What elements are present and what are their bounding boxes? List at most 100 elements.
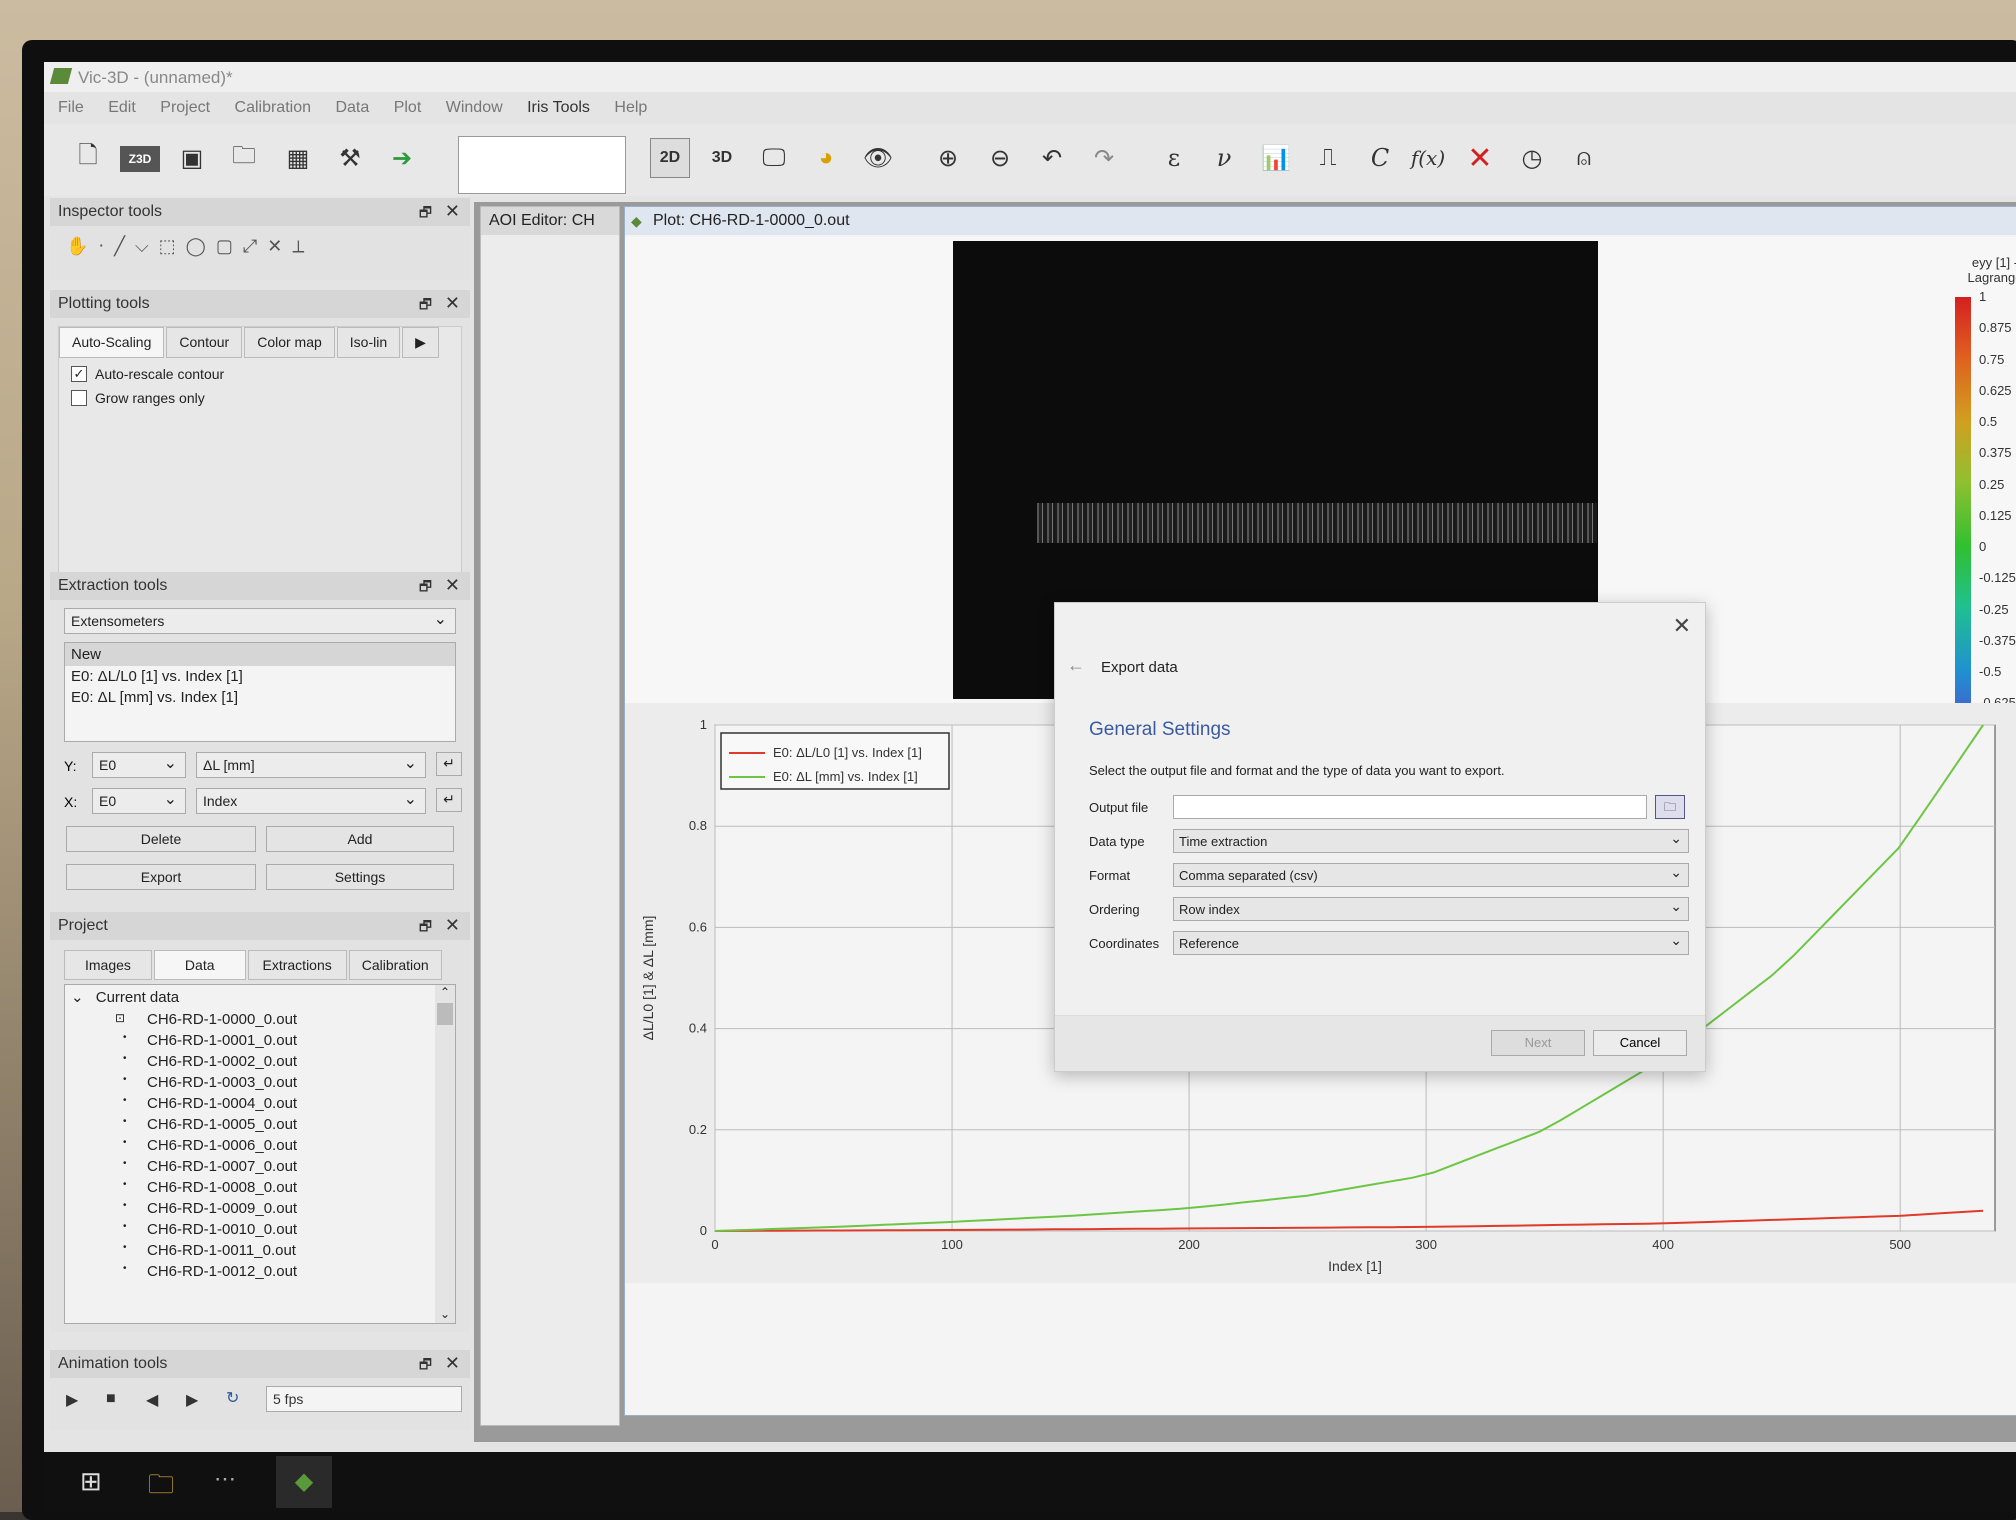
float-icon[interactable]: 🗗 xyxy=(419,916,432,940)
chevron-down-icon[interactable]: ⌄ xyxy=(71,989,84,1006)
delete-x-icon[interactable]: ✕ xyxy=(1460,138,1500,178)
menu-help[interactable]: Help xyxy=(614,99,647,116)
open-z3d-icon[interactable]: Z3D xyxy=(120,146,160,172)
redo-icon[interactable]: ↷ xyxy=(1084,138,1124,178)
y-variable-select[interactable]: ΔL [mm] xyxy=(196,752,426,778)
extensometer-icon[interactable]: ⤢ xyxy=(243,236,257,257)
zoom-in-icon[interactable]: ⊕ xyxy=(928,138,968,178)
undo-icon[interactable]: ↶ xyxy=(1032,138,1072,178)
auto-rescale-checkbox[interactable]: ✓ Auto-rescale contour xyxy=(71,366,449,382)
rect-select-icon[interactable]: ⬚ xyxy=(159,236,176,257)
list-item[interactable]: • CH6-RD-1-0010_0.out xyxy=(65,1219,455,1240)
list-item[interactable]: • CH6-RD-1-0002_0.out xyxy=(65,1051,455,1072)
menu-iris-tools[interactable]: Iris Tools xyxy=(527,99,590,116)
pie-icon[interactable]: ◕ xyxy=(806,138,846,178)
poisson-icon[interactable]: ν xyxy=(1204,138,1244,178)
new-file-icon[interactable]: 🗋 xyxy=(68,138,108,178)
list-item[interactable]: • CH6-RD-1-0006_0.out xyxy=(65,1135,455,1156)
list-item[interactable]: • CH6-RD-1-0005_0.out xyxy=(65,1114,455,1135)
list-item[interactable]: E0: ΔL [mm] vs. Index [1] xyxy=(65,687,455,708)
x-variable-select[interactable]: Index xyxy=(196,788,426,814)
output-file-input[interactable] xyxy=(1173,795,1647,819)
float-icon[interactable]: 🗗 xyxy=(419,576,432,600)
view-3d-button[interactable]: 3D xyxy=(702,138,742,178)
next-button[interactable]: Next xyxy=(1491,1030,1585,1056)
menu-edit[interactable]: Edit xyxy=(108,99,136,116)
play-icon[interactable]: ▶ xyxy=(66,1390,78,1410)
file-explorer-icon[interactable]: 🗀 xyxy=(148,1466,174,1510)
scroll-thumb[interactable] xyxy=(437,1003,453,1025)
pan-hand-icon[interactable]: ✋ xyxy=(66,236,88,257)
extract-icon[interactable]: ⎍ xyxy=(1308,138,1348,178)
view-2d-button[interactable]: 2D xyxy=(650,138,690,178)
tab-iso-lines[interactable]: Iso-lin xyxy=(336,327,401,358)
data-type-select[interactable]: Time extraction xyxy=(1173,829,1689,853)
step-forward-icon[interactable]: ▶ xyxy=(186,1390,198,1410)
pinned-app-icon[interactable]: ⋯ xyxy=(214,1466,236,1492)
grid-icon[interactable]: ▦ xyxy=(278,138,318,178)
x-source-select[interactable]: E0 xyxy=(92,788,186,814)
x-apply-icon[interactable]: ↵ xyxy=(436,788,462,812)
circle-icon[interactable]: ◯ xyxy=(186,236,206,257)
histogram-icon[interactable]: 📊 xyxy=(1256,138,1296,178)
settings-button[interactable]: Settings xyxy=(266,864,454,890)
list-item[interactable]: • CH6-RD-1-0003_0.out xyxy=(65,1072,455,1093)
cancel-button[interactable]: Cancel xyxy=(1593,1030,1687,1056)
list-item[interactable]: • CH6-RD-1-0001_0.out xyxy=(65,1030,455,1051)
zoom-out-icon[interactable]: ⊖ xyxy=(980,138,1020,178)
menu-file[interactable]: File xyxy=(58,99,84,116)
vic3d-taskbar-icon[interactable]: ◆ xyxy=(276,1456,332,1508)
save-icon[interactable]: ▣ xyxy=(172,138,212,178)
float-icon[interactable]: 🗗 xyxy=(419,202,432,226)
browse-folder-icon[interactable]: 🗀 xyxy=(1655,795,1685,819)
list-item[interactable]: ⊡ CH6-RD-1-0000_0.out xyxy=(65,1009,455,1030)
loop-icon[interactable]: ↻ xyxy=(226,1388,239,1408)
list-item[interactable]: • CH6-RD-1-0008_0.out xyxy=(65,1177,455,1198)
c-icon[interactable]: C xyxy=(1360,138,1400,178)
run-icon[interactable]: ➔ xyxy=(382,138,422,178)
tab-images[interactable]: Images xyxy=(64,950,152,980)
close-icon[interactable]: ✕ xyxy=(445,915,460,936)
back-arrow-icon[interactable]: ← xyxy=(1067,655,1085,676)
wand-icon[interactable]: ⚒ xyxy=(330,138,370,178)
close-icon[interactable]: ✕ xyxy=(445,1353,460,1374)
stop-icon[interactable]: ■ xyxy=(106,1390,116,1408)
monitor-icon[interactable]: 🖵 xyxy=(754,138,794,178)
list-item[interactable]: New xyxy=(65,643,455,666)
close-icon[interactable]: ✕ xyxy=(1673,613,1691,639)
list-item[interactable]: • CH6-RD-1-0009_0.out xyxy=(65,1198,455,1219)
step-back-icon[interactable]: ◀ xyxy=(146,1390,158,1410)
polyline-icon[interactable]: ⌵ xyxy=(135,236,149,257)
tree-root[interactable]: ⌄ Current data xyxy=(65,985,455,1009)
folder-icon[interactable]: 🗀 xyxy=(224,138,264,178)
person-icon[interactable]: ⍝ xyxy=(1564,138,1604,178)
format-select[interactable]: Comma separated (csv) xyxy=(1173,863,1689,887)
menu-window[interactable]: Window xyxy=(446,99,503,116)
function-icon[interactable]: f(x) xyxy=(1408,138,1448,178)
close-icon[interactable]: ✕ xyxy=(445,293,460,314)
menu-calibration[interactable]: Calibration xyxy=(235,99,311,116)
tab-extractions[interactable]: Extractions xyxy=(247,950,347,980)
y-source-select[interactable]: E0 xyxy=(92,752,186,778)
list-item[interactable]: • CH6-RD-1-0007_0.out xyxy=(65,1156,455,1177)
list-item[interactable]: • CH6-RD-1-0012_0.out xyxy=(65,1261,455,1282)
grow-ranges-checkbox[interactable]: Grow ranges only xyxy=(71,390,449,406)
line-icon[interactable]: ╱ xyxy=(114,236,125,257)
tab-scroll-right-icon[interactable]: ▶ xyxy=(402,327,439,358)
tab-calibration[interactable]: Calibration xyxy=(348,950,442,980)
delete-button[interactable]: Delete xyxy=(66,826,256,852)
tab-data[interactable]: Data xyxy=(153,950,246,980)
menu-data[interactable]: Data xyxy=(335,99,369,116)
add-button[interactable]: Add xyxy=(266,826,454,852)
float-icon[interactable]: 🗗 xyxy=(419,294,432,318)
close-icon[interactable]: ✕ xyxy=(445,575,460,596)
clock-icon[interactable]: ◷ xyxy=(1512,138,1552,178)
axes-icon[interactable]: ⟂ xyxy=(292,236,304,257)
menu-project[interactable]: Project xyxy=(160,99,210,116)
export-button[interactable]: Export xyxy=(66,864,256,890)
close-icon[interactable]: ✕ xyxy=(445,201,460,222)
y-apply-icon[interactable]: ↵ xyxy=(436,752,462,776)
tab-auto-scaling[interactable]: Auto-Scaling xyxy=(59,327,165,358)
tab-color-map[interactable]: Color map xyxy=(244,327,335,358)
box-icon[interactable]: ▢ xyxy=(216,236,233,257)
